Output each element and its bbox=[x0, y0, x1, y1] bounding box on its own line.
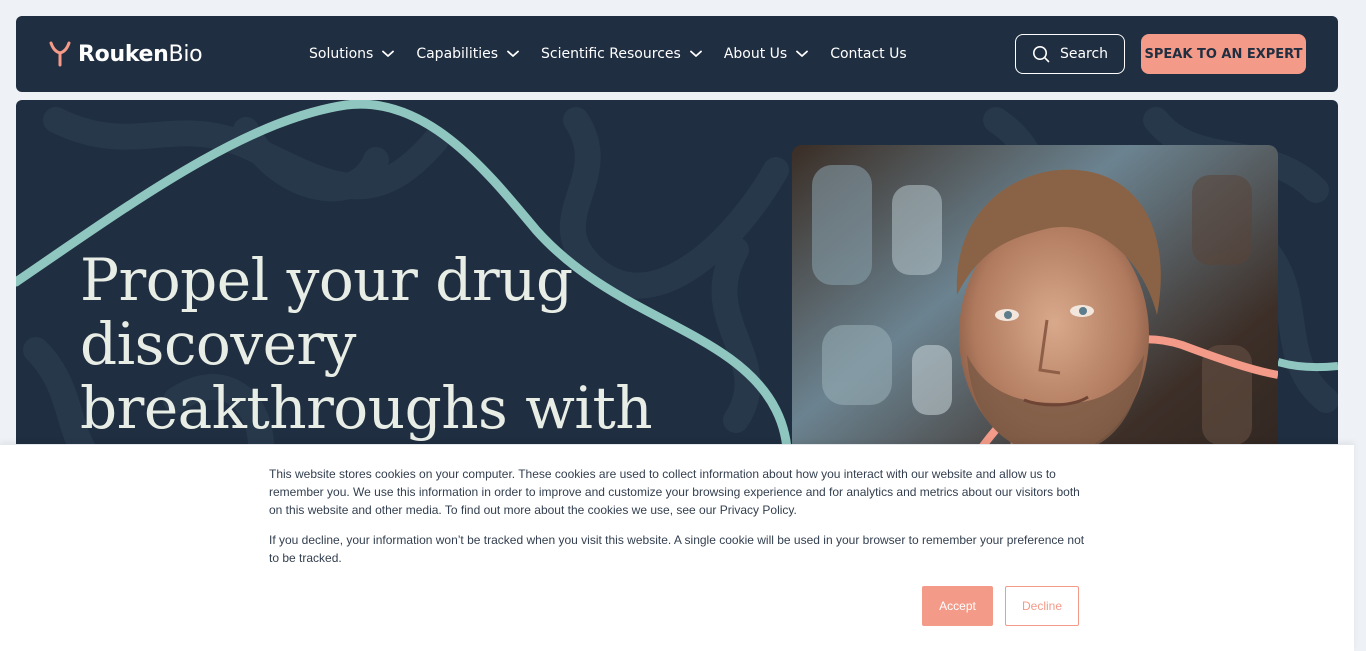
search-button-label: Search bbox=[1059, 46, 1109, 62]
chevron-down-icon bbox=[382, 50, 395, 57]
main-nav: Solutions Capabilities Scientific Resour… bbox=[309, 16, 929, 92]
logo-text: RoukenBio bbox=[78, 41, 203, 67]
accept-button[interactable]: Accept bbox=[922, 586, 993, 626]
nav-item-label: Contact Us bbox=[830, 46, 907, 62]
chevron-down-icon bbox=[689, 50, 702, 57]
decline-button[interactable]: Decline bbox=[1005, 586, 1079, 626]
nav-item-about-us[interactable]: About Us bbox=[723, 46, 809, 62]
search-icon bbox=[1032, 46, 1050, 63]
site-header: RoukenBio Solutions Capabilities Scienti… bbox=[16, 16, 1338, 92]
nav-item-label: Solutions bbox=[309, 46, 374, 62]
chevron-down-icon bbox=[507, 50, 519, 57]
logo-text-light: Bio bbox=[168, 41, 203, 67]
cookie-paragraph-1: This website stores cookies on your comp… bbox=[269, 467, 1080, 517]
nav-item-capabilities[interactable]: Capabilities bbox=[416, 46, 519, 62]
logo[interactable]: RoukenBio bbox=[48, 40, 203, 68]
nav-item-scientific-resources[interactable]: Scientific Resources bbox=[541, 46, 702, 62]
hero-title: Propel your drug discovery breakthroughs… bbox=[80, 246, 653, 442]
nav-item-contact-us[interactable]: Contact Us bbox=[830, 46, 906, 62]
cta-label: SPEAK TO AN EXPERT bbox=[1144, 46, 1303, 62]
nav-item-solutions[interactable]: Solutions bbox=[309, 46, 395, 62]
nav-item-label: Capabilities bbox=[416, 46, 498, 62]
search-button[interactable]: Search bbox=[1015, 34, 1125, 74]
nav-item-label: Scientific Resources bbox=[541, 46, 681, 62]
cookie-banner: This website stores cookies on your comp… bbox=[0, 444, 1354, 651]
speak-to-expert-button[interactable]: SPEAK TO AN EXPERT bbox=[1141, 34, 1306, 74]
logo-text-bold: Rouken bbox=[78, 41, 169, 67]
cookie-paragraph-2: If you decline, your information won’t b… bbox=[269, 533, 1085, 565]
chevron-down-icon bbox=[796, 50, 809, 57]
rouken-logo-icon bbox=[49, 41, 71, 67]
nav-item-label: About Us bbox=[723, 46, 788, 62]
teal-accent-line bbox=[1278, 358, 1338, 372]
